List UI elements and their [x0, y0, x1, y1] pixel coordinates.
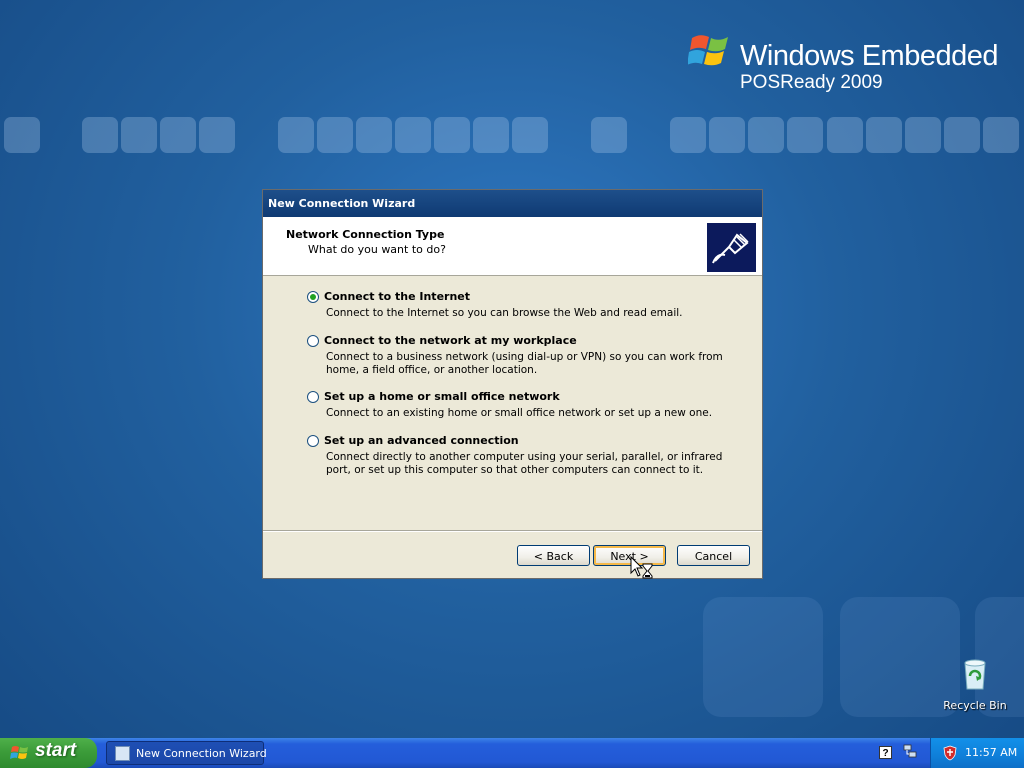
taskbar: start New Connection Wizard ? 11:57 AM	[0, 738, 1024, 768]
recycle-bin[interactable]: Recycle Bin	[943, 657, 1007, 712]
network-cable-icon	[707, 223, 756, 272]
option-description: Connect to an existing home or small off…	[326, 407, 713, 419]
brand-line2: POSReady 2009	[740, 72, 883, 93]
tray-left: ?	[872, 738, 930, 768]
busy-cursor-icon	[630, 556, 653, 579]
taskbar-item-new-connection-wizard[interactable]: New Connection Wizard	[106, 741, 267, 765]
clock[interactable]: 11:57 AM	[965, 746, 1017, 759]
system-tray: ? 11:57 AM	[872, 738, 1024, 768]
radio-advanced-connection[interactable]	[307, 435, 319, 447]
taskbar-item-label: New Connection Wizard	[136, 747, 267, 760]
option-description: Connect to the Internet so you can brows…	[326, 307, 683, 319]
option-label[interactable]: Set up an advanced connection	[324, 434, 519, 447]
network-connections-icon[interactable]	[903, 744, 917, 760]
radio-home-network[interactable]	[307, 391, 319, 403]
option-label[interactable]: Connect to the Internet	[324, 290, 470, 303]
cancel-button[interactable]: Cancel	[677, 545, 750, 566]
option-description: Connect directly to another computer usi…	[326, 451, 723, 476]
button-separator	[263, 530, 762, 532]
tray-notification-area: 11:57 AM	[930, 738, 1024, 768]
header-subtitle: What do you want to do?	[308, 243, 446, 256]
header-title: Network Connection Type	[286, 228, 445, 241]
windows-flag-icon	[688, 35, 728, 66]
option-label[interactable]: Set up a home or small office network	[324, 390, 560, 403]
back-button[interactable]: < Back	[517, 545, 590, 566]
recycle-bin-label: Recycle Bin	[943, 699, 1007, 712]
start-button[interactable]: start	[0, 738, 97, 768]
start-label: start	[35, 740, 77, 761]
new-connection-wizard-dialog: New Connection Wizard Network Connection…	[262, 189, 763, 579]
wizard-header: Network Connection Type What do you want…	[263, 217, 762, 276]
radio-connect-internet[interactable]	[307, 291, 319, 303]
dialog-title[interactable]: New Connection Wizard	[263, 190, 762, 217]
help-icon[interactable]: ?	[879, 746, 892, 759]
windows-embedded-logo: Windows Embedded POSReady 2009	[688, 30, 1008, 100]
brand-line1: Windows Embedded	[740, 40, 998, 72]
option-label[interactable]: Connect to the network at my workplace	[324, 334, 577, 347]
recycle-bin-icon	[964, 659, 986, 690]
radio-connect-workplace[interactable]	[307, 335, 319, 347]
security-shield-icon[interactable]	[943, 745, 957, 761]
option-description: Connect to a business network (using dia…	[326, 351, 723, 376]
wizard-app-icon	[115, 746, 130, 761]
windows-logo-icon	[10, 746, 28, 759]
